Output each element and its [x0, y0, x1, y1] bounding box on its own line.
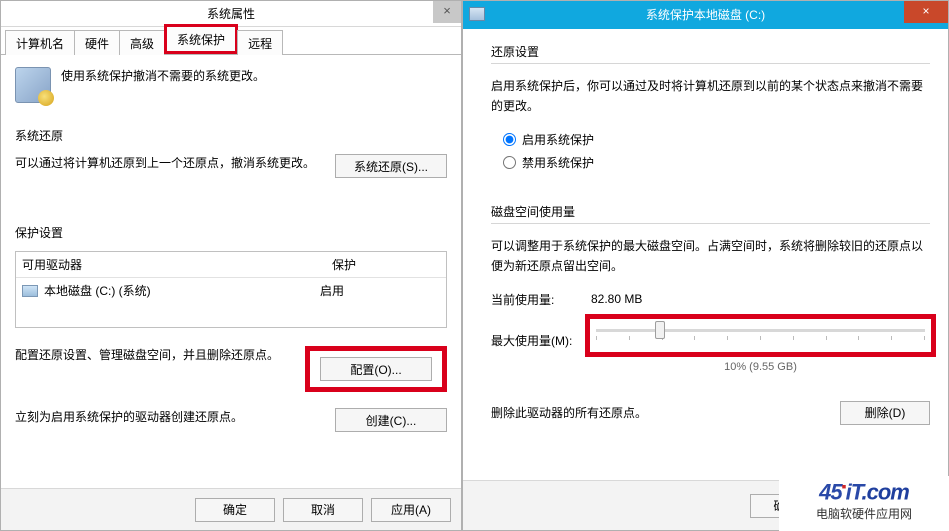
disk-usage-description: 可以调整用于系统保护的最大磁盘空间。占满空间时，系统将删除较旧的还原点以便为新还… [491, 236, 930, 277]
disable-protection-radio[interactable]: 禁用系统保护 [503, 154, 930, 171]
tab-remote[interactable]: 远程 [237, 30, 283, 55]
close-icon[interactable]: × [904, 1, 948, 23]
column-protection: 保护 [326, 252, 446, 277]
section-protect-label: 保护设置 [15, 224, 447, 241]
ok-button[interactable]: 确定 [195, 498, 275, 522]
titlebar: 系统保护本地磁盘 (C:) × [463, 1, 948, 29]
tab-system-protection[interactable]: 系统保护 [164, 24, 238, 54]
drive-row[interactable]: 本地磁盘 (C:) (系统) 启用 [16, 278, 446, 303]
system-protection-drive-dialog: 系统保护本地磁盘 (C:) × 还原设置 启用系统保护后，你可以通过及时将计算机… [462, 0, 949, 531]
drive-icon [22, 285, 38, 297]
watermark: 45▪iT.com 电脑软硬件应用网 [779, 476, 949, 531]
max-usage-slider[interactable] [596, 329, 925, 332]
configure-highlight: 配置(O)... [305, 346, 447, 392]
dialog-title: 系统保护本地磁盘 (C:) [646, 8, 765, 22]
restore-description: 可以通过将计算机还原到上一个还原点，撤消系统更改。 [15, 154, 323, 173]
drive-list: 可用驱动器 保护 本地磁盘 (C:) (系统) 启用 [15, 251, 447, 328]
disable-protection-label: 禁用系统保护 [522, 154, 594, 171]
tabs-bar: 计算机名 硬件 高级 系统保护 远程 [1, 27, 461, 55]
section-disk-usage: 磁盘空间使用量 [491, 203, 930, 224]
dialog-body: 使用系统保护撤消不需要的系统更改。 系统还原 可以通过将计算机还原到上一个还原点… [1, 55, 461, 454]
tab-advanced[interactable]: 高级 [119, 30, 165, 55]
footer: 确定 取消 应用(A) [1, 488, 461, 530]
cancel-button[interactable]: 取消 [283, 498, 363, 522]
section-restore-settings: 还原设置 [491, 43, 930, 64]
system-properties-dialog: 系统属性 × 计算机名 硬件 高级 系统保护 远程 使用系统保护撤消不需要的系统… [0, 0, 462, 531]
dialog-body: 还原设置 启用系统保护后，你可以通过及时将计算机还原到以前的某个状态点来撤消不需… [463, 29, 948, 431]
disable-protection-input[interactable] [503, 156, 516, 169]
configure-description: 配置还原设置、管理磁盘空间，并且删除还原点。 [15, 346, 293, 365]
slider-ticks [596, 336, 925, 340]
drive-icon [469, 7, 485, 21]
watermark-logo: 45▪iT.com [783, 478, 945, 505]
max-usage-value: 10% (9.55 GB) [591, 361, 930, 373]
current-usage-value: 82.80 MB [591, 292, 642, 306]
watermark-subtitle: 电脑软硬件应用网 [783, 505, 945, 522]
restore-settings-description: 启用系统保护后，你可以通过及时将计算机还原到以前的某个状态点来撤消不需要的更改。 [491, 76, 930, 117]
drive-protection: 启用 [320, 282, 440, 299]
tab-computer-name[interactable]: 计算机名 [5, 30, 75, 55]
section-restore-label: 系统还原 [15, 127, 447, 144]
drive-name: 本地磁盘 (C:) (系统) [44, 282, 320, 299]
configure-button[interactable]: 配置(O)... [320, 357, 432, 381]
create-description: 立刻为启用系统保护的驱动器创建还原点。 [15, 408, 323, 427]
apply-button[interactable]: 应用(A) [371, 498, 451, 522]
shield-icon [15, 67, 51, 103]
delete-button[interactable]: 删除(D) [840, 401, 930, 425]
slider-thumb-icon[interactable] [655, 321, 665, 339]
column-drive: 可用驱动器 [16, 252, 326, 277]
current-usage-label: 当前使用量: [491, 291, 591, 308]
close-icon[interactable]: × [433, 1, 461, 23]
enable-protection-label: 启用系统保护 [522, 131, 594, 148]
enable-protection-radio[interactable]: 启用系统保护 [503, 131, 930, 148]
max-usage-label: 最大使用量(M): [491, 314, 591, 349]
dialog-title: 系统属性 [207, 7, 255, 21]
slider-highlight [585, 314, 936, 357]
create-button[interactable]: 创建(C)... [335, 408, 447, 432]
shield-description: 使用系统保护撤消不需要的系统更改。 [61, 67, 265, 103]
system-restore-button[interactable]: 系统还原(S)... [335, 154, 447, 178]
enable-protection-input[interactable] [503, 133, 516, 146]
tab-hardware[interactable]: 硬件 [74, 30, 120, 55]
delete-description: 删除此驱动器的所有还原点。 [491, 404, 840, 421]
max-usage-slider-container: 10% (9.55 GB) [591, 314, 930, 373]
